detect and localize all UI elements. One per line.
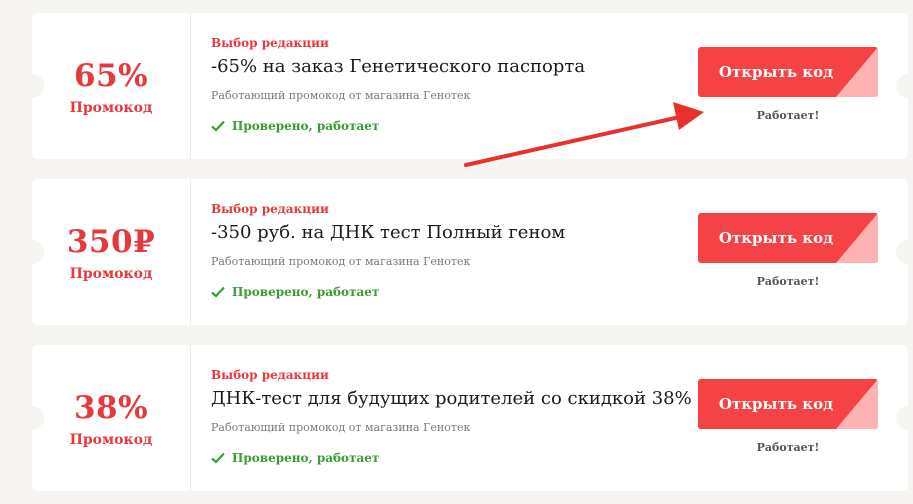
working-status: Работает! — [756, 275, 820, 288]
open-code-button[interactable]: Открыть код — [698, 213, 878, 263]
discount-value: 350₽ — [66, 224, 156, 260]
working-status: Работает! — [756, 109, 820, 122]
discount-panel: 65% Промокод — [32, 13, 191, 159]
coupon-description: Работающий промокод от магазина Генотек — [211, 421, 471, 434]
discount-value: 38% — [73, 390, 149, 426]
open-code-label: Открыть код — [718, 229, 834, 247]
coupon-description: Работающий промокод от магазина Генотек — [211, 255, 471, 268]
coupon-title[interactable]: -65% на заказ Генетического паспорта — [211, 56, 585, 77]
verified-status: Проверено, работает — [211, 119, 379, 133]
discount-panel: 38% Промокод — [32, 345, 191, 491]
button-corner-fold — [836, 379, 878, 429]
open-code-button[interactable]: Открыть код — [698, 47, 878, 97]
verified-label: Проверено, работает — [232, 451, 380, 465]
coupon-title[interactable]: ДНК-тест для будущих родителей со скидко… — [211, 388, 692, 409]
button-corner-fold — [836, 47, 878, 97]
editors-choice-tag: Выбор редакции — [211, 368, 329, 382]
discount-type: Промокод — [69, 266, 153, 282]
verified-status: Проверено, работает — [211, 285, 379, 299]
button-corner-fold — [836, 213, 878, 263]
verified-status: Проверено, работает — [211, 451, 379, 465]
discount-type: Промокод — [69, 100, 153, 116]
ticket-notch — [896, 240, 913, 264]
open-code-label: Открыть код — [718, 63, 834, 81]
check-icon — [211, 452, 225, 464]
discount-value: 65% — [73, 58, 149, 94]
editors-choice-tag: Выбор редакции — [211, 202, 329, 216]
discount-panel: 350₽ Промокод — [32, 179, 191, 325]
verified-label: Проверено, работает — [232, 119, 380, 133]
coupon-description: Работающий промокод от магазина Генотек — [211, 89, 471, 102]
open-code-label: Открыть код — [718, 395, 834, 413]
coupon-title[interactable]: -350 руб. на ДНК тест Полный геном — [211, 222, 565, 243]
check-icon — [211, 120, 225, 132]
open-code-button[interactable]: Открыть код — [698, 379, 878, 429]
working-status: Работает! — [756, 441, 820, 454]
editors-choice-tag: Выбор редакции — [211, 36, 329, 50]
discount-type: Промокод — [69, 432, 153, 448]
ticket-notch — [896, 74, 913, 98]
verified-label: Проверено, работает — [232, 285, 380, 299]
coupon-card: 38% Промокод Выбор редакции ДНК-тест для… — [20, 345, 913, 491]
coupon-card: 350₽ Промокод Выбор редакции -350 руб. н… — [20, 179, 913, 325]
check-icon — [211, 286, 225, 298]
ticket-notch — [896, 406, 913, 430]
coupon-card: 65% Промокод Выбор редакции -65% на зака… — [20, 13, 913, 159]
